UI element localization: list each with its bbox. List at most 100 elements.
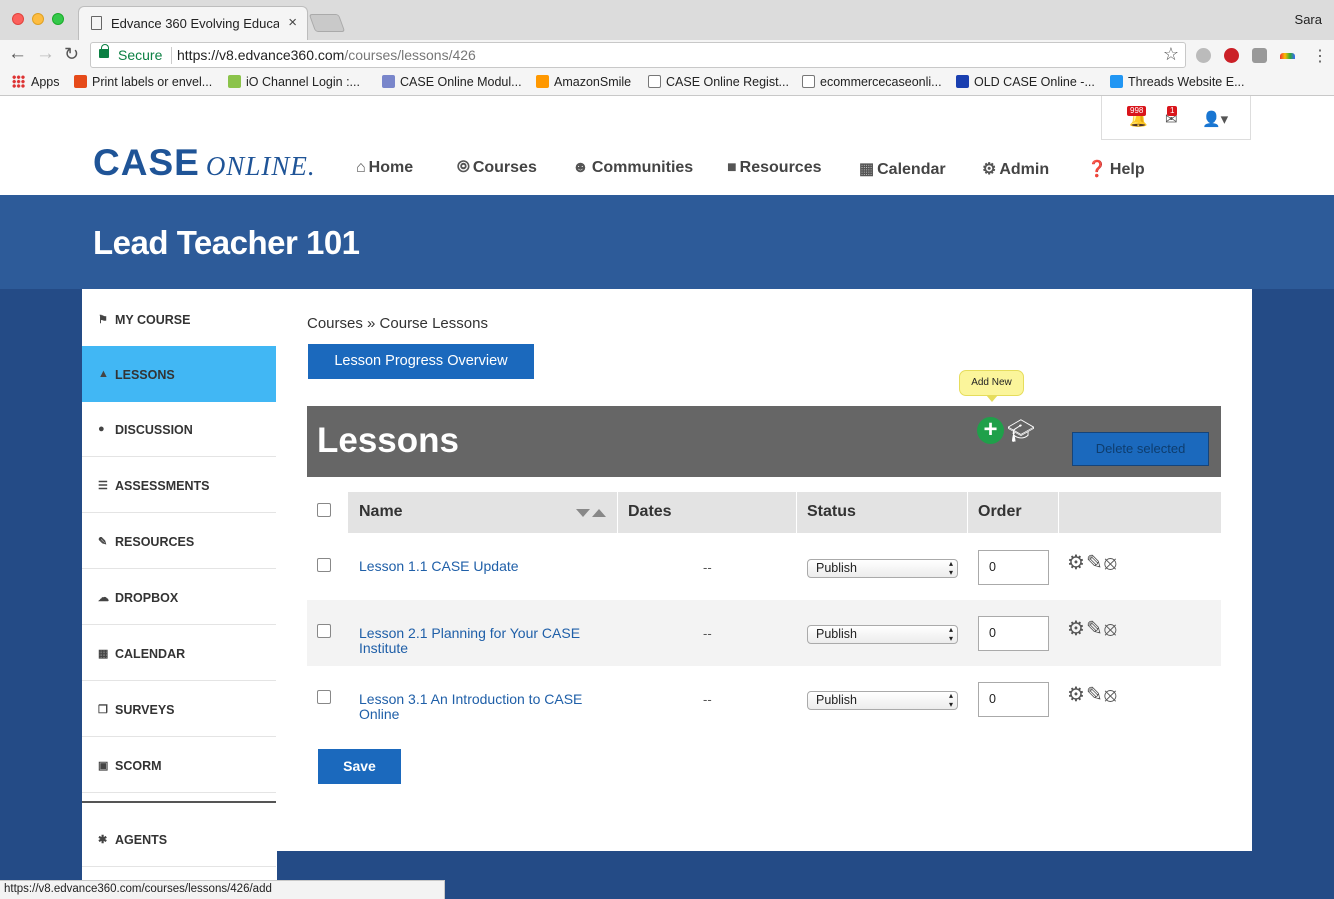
users-icon: ☻ <box>572 159 589 176</box>
nav-communities[interactable]: ☻ Communities <box>572 159 693 177</box>
sidebar-item-scorm[interactable]: ▣ SCORM <box>82 737 276 793</box>
user-menu-icon[interactable]: 👤▾ <box>1202 110 1228 128</box>
help-icon: ❓ <box>1087 161 1107 178</box>
pinterest-extension-icon[interactable] <box>1224 48 1239 63</box>
secure-label: Secure <box>118 47 163 63</box>
edit-icon[interactable]: ✎ <box>1086 618 1103 640</box>
url-text[interactable]: https://v8.edvance360.com/courses/lesson… <box>177 47 476 63</box>
delete-selected-button[interactable]: Delete selected <box>1072 432 1209 466</box>
lesson-link[interactable]: Lesson 3.1 An Introduction to CASE Onlin… <box>359 692 604 722</box>
column-name[interactable]: Name <box>359 503 403 521</box>
drive-extension-icon[interactable] <box>1196 48 1211 63</box>
sidebar-item-dropbox[interactable]: ☁ DROPBOX <box>82 569 276 625</box>
bookmark-star-icon[interactable]: ☆ <box>1163 44 1179 65</box>
sidebar-item-calendar[interactable]: ▦ CALENDAR <box>82 625 276 681</box>
row-checkbox[interactable] <box>317 558 331 572</box>
nav-admin[interactable]: ⚙ Admin <box>982 159 1049 179</box>
reload-icon[interactable]: ↻ <box>64 44 79 64</box>
bookmark-item[interactable]: Threads Website E... <box>1110 75 1245 89</box>
edit-icon[interactable]: ✎ <box>1086 684 1103 706</box>
browser-profile-name[interactable]: Sara <box>1295 12 1322 27</box>
nav-help[interactable]: ❓ Help <box>1087 159 1145 179</box>
minimize-window-button[interactable] <box>32 13 44 25</box>
edit-icon[interactable]: ✎ <box>1086 552 1103 574</box>
lesson-link[interactable]: Lesson 1.1 CASE Update <box>359 559 604 574</box>
page-icon <box>648 75 661 88</box>
new-tab-button[interactable] <box>308 14 346 32</box>
bookmark-item[interactable]: iO Channel Login :... <box>228 75 360 89</box>
status-select[interactable]: Publish <box>807 559 958 578</box>
add-lesson-plus-icon[interactable]: + <box>977 417 1004 444</box>
bookmark-apps[interactable]: Apps <box>12 75 60 89</box>
home-icon: ⌂ <box>356 159 366 176</box>
page-icon <box>91 16 102 30</box>
course-title: Lead Teacher 101 <box>93 224 360 261</box>
column-status: Status <box>807 503 856 520</box>
case-online-logo[interactable]: CASE ONLINE. <box>93 142 316 184</box>
tab-title: Edvance 360 Evolving Educati <box>111 16 279 31</box>
case-icon <box>382 75 395 88</box>
bookmark-item[interactable]: AmazonSmile <box>536 75 631 89</box>
sidebar-item-surveys[interactable]: ❐ SURVEYS <box>82 681 276 737</box>
lesson-link[interactable]: Lesson 2.1 Planning for Your CASE Instit… <box>359 626 604 656</box>
sidebar-item-my-course[interactable]: ⚑ MY COURSE <box>82 291 276 347</box>
paperclip-icon: ✎ <box>98 536 108 548</box>
folder-icon: ■ <box>727 159 737 176</box>
order-input[interactable]: 0 <box>978 682 1049 717</box>
office-icon <box>74 75 87 88</box>
sidebar-item-resources[interactable]: ✎ RESOURCES <box>82 513 276 569</box>
delete-circle-icon[interactable]: ⦻ <box>1104 618 1117 640</box>
graduation-cap-icon[interactable]: 🎓︎ <box>1007 418 1035 444</box>
flag-icon: ⚑ <box>98 314 108 326</box>
forward-arrow-icon[interactable]: → <box>36 44 55 64</box>
row-checkbox[interactable] <box>317 690 331 704</box>
lesson-progress-overview-button[interactable]: Lesson Progress Overview <box>308 344 534 379</box>
column-dates: Dates <box>628 503 672 520</box>
table-row: Lesson 2.1 Planning for Your CASE Instit… <box>307 600 1221 666</box>
sidebar-item-discussion[interactable]: ● DISCUSSION <box>82 401 276 457</box>
order-input[interactable]: 0 <box>978 616 1049 651</box>
order-input[interactable]: 0 <box>978 550 1049 585</box>
nav-courses[interactable]: ⦾ Courses <box>457 159 537 177</box>
extension-icon[interactable] <box>1252 48 1267 63</box>
tab-close-icon[interactable]: × <box>288 14 297 31</box>
rainbow-extension-icon[interactable] <box>1280 53 1295 59</box>
status-select[interactable]: Publish <box>807 691 958 710</box>
settings-gear-icon[interactable]: ⚙ <box>1067 684 1085 706</box>
back-arrow-icon[interactable]: ← <box>8 44 27 64</box>
settings-gear-icon[interactable]: ⚙ <box>1067 618 1085 640</box>
bookmark-item[interactable]: CASE Online Regist... <box>648 75 789 89</box>
bookmark-item[interactable]: ecommercecaseonli... <box>802 75 942 89</box>
lessons-table-header: Name Dates Status Order <box>348 492 1221 533</box>
copy-icon: ❐ <box>98 704 108 716</box>
address-bar[interactable]: Secure https://v8.edvance360.com/courses… <box>90 42 1186 68</box>
delete-circle-icon[interactable]: ⦻ <box>1104 684 1117 706</box>
nav-calendar[interactable]: ▦ Calendar <box>859 159 946 179</box>
close-window-button[interactable] <box>12 13 24 25</box>
nav-home[interactable]: ⌂ Home <box>356 159 413 177</box>
row-checkbox[interactable] <box>317 624 331 638</box>
bookmark-item[interactable]: OLD CASE Online -... <box>956 75 1095 89</box>
settings-gear-icon[interactable]: ⚙ <box>1067 552 1085 574</box>
comments-icon: ● <box>98 423 105 435</box>
bookmark-item[interactable]: CASE Online Modul... <box>382 75 522 89</box>
browser-titlebar: Edvance 360 Evolving Educati × Sara <box>0 0 1334 40</box>
menu-kebab-icon[interactable]: ⋮ <box>1312 46 1328 66</box>
breadcrumb-courses[interactable]: Courses <box>307 315 363 332</box>
sidebar-item-lessons[interactable]: ▲ LESSONS <box>82 346 276 402</box>
sidebar-item-assessments[interactable]: ☰ ASSESSMENTS <box>82 457 276 513</box>
maximize-window-button[interactable] <box>52 13 64 25</box>
breadcrumb: Courses » Course Lessons <box>307 315 488 332</box>
browser-tab[interactable]: Edvance 360 Evolving Educati × <box>78 6 308 40</box>
sort-arrows-icon[interactable] <box>576 509 606 519</box>
status-select[interactable]: Publish <box>807 625 958 644</box>
delete-circle-icon[interactable]: ⦻ <box>1104 552 1117 574</box>
lesson-dates: -- <box>703 626 712 641</box>
apps-grid-icon <box>12 75 25 88</box>
nav-resources[interactable]: ■ Resources <box>727 159 822 177</box>
sidebar-item-agents[interactable]: ✱ AGENTS <box>82 811 276 867</box>
save-button[interactable]: Save <box>318 749 401 784</box>
select-all-checkbox[interactable] <box>317 503 331 517</box>
case-old-icon <box>956 75 969 88</box>
bookmark-item[interactable]: Print labels or envel... <box>74 75 212 89</box>
